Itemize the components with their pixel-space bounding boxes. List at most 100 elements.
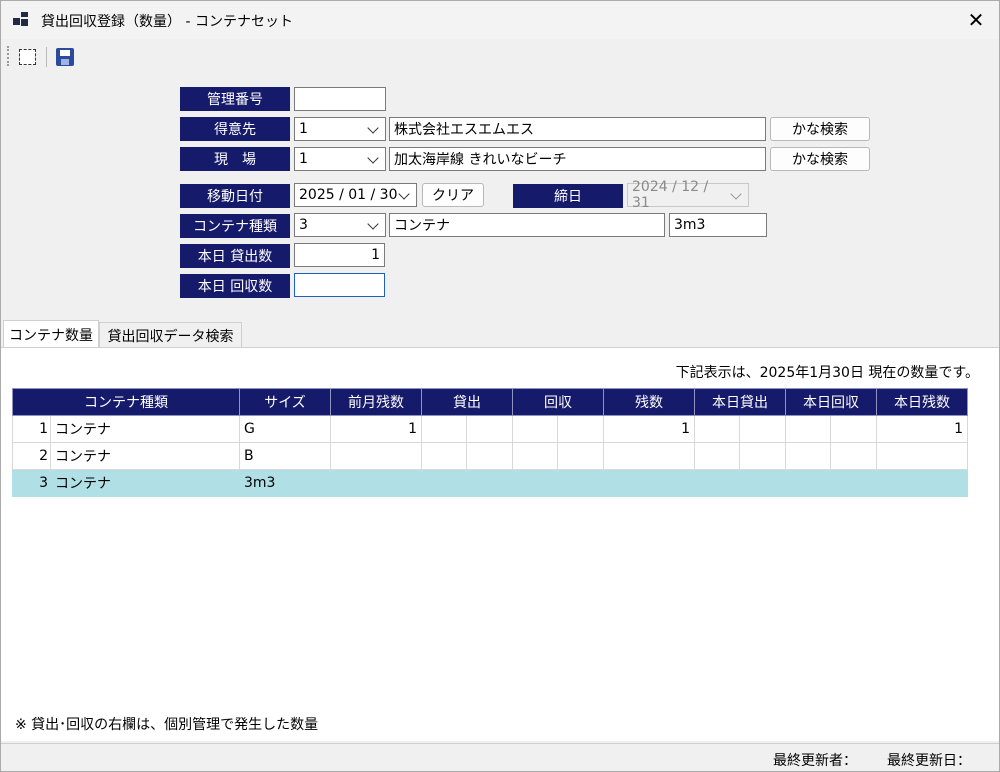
column-header-type[interactable]: コンテナ種類 bbox=[12, 388, 240, 416]
cell-today-collect[interactable] bbox=[785, 469, 831, 497]
site-name-field[interactable]: 加太海岸線 きれいなビーチ bbox=[389, 147, 766, 171]
cell-collect[interactable] bbox=[512, 442, 558, 470]
main-window: 貸出回収登録（数量） - コンテナセット ✕ 管理番号 得意先 1 株式会社エス… bbox=[0, 0, 1000, 772]
column-header-today-collect[interactable]: 本日回収 bbox=[785, 388, 877, 416]
cell-today-collect-individual[interactable] bbox=[830, 469, 877, 497]
cell-type[interactable]: コンテナ bbox=[50, 469, 240, 497]
row-number: 2 bbox=[12, 442, 51, 470]
cell-today-remain[interactable]: 1 bbox=[876, 415, 968, 443]
title-bar: 貸出回収登録（数量） - コンテナセット ✕ bbox=[1, 1, 999, 39]
container-type-name-field[interactable]: コンテナ bbox=[389, 213, 665, 237]
move-date-picker[interactable]: 2025 / 01 / 30 bbox=[294, 183, 417, 207]
column-header-today-remain[interactable]: 本日残数 bbox=[876, 388, 968, 416]
chevron-down-icon bbox=[367, 218, 381, 232]
cell-lend-individual[interactable] bbox=[466, 442, 513, 470]
clear-button[interactable]: クリア bbox=[422, 183, 484, 207]
today-lend-input[interactable]: 1 bbox=[294, 243, 385, 267]
container-type-code: 3 bbox=[299, 217, 308, 233]
chevron-down-icon bbox=[367, 152, 381, 166]
cell-today-lend-individual[interactable] bbox=[739, 442, 786, 470]
customer-code-value: 1 bbox=[299, 121, 308, 137]
customer-label: 得意先 bbox=[180, 117, 290, 141]
cell-size[interactable]: B bbox=[239, 442, 331, 470]
cell-remain[interactable]: 1 bbox=[603, 415, 695, 443]
cell-today-collect[interactable] bbox=[785, 442, 831, 470]
cell-lend[interactable] bbox=[421, 442, 467, 470]
close-button[interactable]: ✕ bbox=[953, 1, 999, 39]
column-header-lend[interactable]: 貸出 bbox=[421, 388, 513, 416]
new-document-icon[interactable] bbox=[19, 49, 36, 65]
customer-kana-search-button[interactable]: かな検索 bbox=[770, 117, 870, 141]
cell-prev-remain[interactable]: 1 bbox=[330, 415, 422, 443]
table-row[interactable]: 1 コンテナ G 1 1 1 bbox=[12, 415, 968, 443]
column-header-today-lend[interactable]: 本日貸出 bbox=[694, 388, 786, 416]
column-header-size[interactable]: サイズ bbox=[239, 388, 331, 416]
today-collect-input[interactable] bbox=[294, 273, 385, 297]
cell-today-lend[interactable] bbox=[694, 469, 740, 497]
window-title: 貸出回収登録（数量） - コンテナセット bbox=[41, 14, 293, 30]
save-floppy-icon[interactable] bbox=[56, 48, 74, 66]
column-header-prev-remain[interactable]: 前月残数 bbox=[330, 388, 422, 416]
site-code-value: 1 bbox=[299, 151, 308, 167]
cell-prev-remain[interactable] bbox=[330, 442, 422, 470]
closing-date-picker: 2024 / 12 / 31 bbox=[627, 179, 749, 211]
site-label: 現 場 bbox=[180, 147, 290, 171]
column-header-collect[interactable]: 回収 bbox=[512, 388, 604, 416]
cell-today-lend-individual[interactable] bbox=[739, 469, 786, 497]
app-icon bbox=[13, 12, 29, 28]
tab-strip: コンテナ数量 貸出回収データ検索 bbox=[1, 320, 999, 348]
cell-today-collect[interactable] bbox=[785, 415, 831, 443]
cell-remain[interactable] bbox=[603, 442, 695, 470]
toolbar-separator bbox=[46, 47, 47, 67]
cell-size[interactable]: 3m3 bbox=[239, 469, 331, 497]
grid-header-row: コンテナ種類 サイズ 前月残数 貸出 回収 残数 本日貸出 本日回収 本日残数 bbox=[12, 388, 968, 416]
cell-collect-individual[interactable] bbox=[557, 415, 604, 443]
mgmt-no-label: 管理番号 bbox=[180, 87, 290, 111]
cell-today-lend-individual[interactable] bbox=[739, 415, 786, 443]
cell-today-lend[interactable] bbox=[694, 415, 740, 443]
container-type-select[interactable]: 3 bbox=[294, 213, 386, 237]
site-code-select[interactable]: 1 bbox=[294, 147, 386, 171]
row-number: 3 bbox=[12, 469, 51, 497]
move-date-value: 2025 / 01 / 30 bbox=[299, 187, 398, 203]
cell-lend[interactable] bbox=[421, 415, 467, 443]
mgmt-no-input[interactable] bbox=[294, 87, 386, 111]
toolbar-grip[interactable] bbox=[7, 46, 10, 66]
chevron-down-icon bbox=[730, 188, 744, 202]
cell-collect-individual[interactable] bbox=[557, 469, 604, 497]
grid-caption: 下記表示は、2025年1月30日 現在の数量です。 bbox=[675, 365, 979, 381]
cell-remain[interactable] bbox=[603, 469, 695, 497]
cell-size[interactable]: G bbox=[239, 415, 331, 443]
cell-type[interactable]: コンテナ bbox=[50, 442, 240, 470]
cell-lend-individual[interactable] bbox=[466, 415, 513, 443]
cell-collect-individual[interactable] bbox=[557, 442, 604, 470]
table-row[interactable]: 2 コンテナ B bbox=[12, 442, 968, 470]
cell-today-remain[interactable] bbox=[876, 442, 968, 470]
tab-lend-collect-search[interactable]: 貸出回収データ検索 bbox=[99, 322, 242, 348]
cell-today-collect-individual[interactable] bbox=[830, 415, 877, 443]
table-row-selected[interactable]: 3 コンテナ 3m3 bbox=[12, 469, 968, 497]
cell-today-lend[interactable] bbox=[694, 442, 740, 470]
cell-collect[interactable] bbox=[512, 415, 558, 443]
move-date-label: 移動日付 bbox=[180, 184, 290, 208]
cell-today-remain[interactable] bbox=[876, 469, 968, 497]
toolbar bbox=[1, 41, 999, 71]
last-updated-by-label: 最終更新者： bbox=[773, 753, 857, 769]
customer-name-field[interactable]: 株式会社エスエムエス bbox=[389, 117, 766, 141]
container-size-field[interactable]: 3m3 bbox=[669, 213, 767, 237]
row-number: 1 bbox=[12, 415, 51, 443]
today-collect-label: 本日 回収数 bbox=[180, 274, 290, 298]
status-bar: 最終更新者： 最終更新日： bbox=[1, 743, 999, 771]
column-header-remain[interactable]: 残数 bbox=[603, 388, 695, 416]
cell-lend[interactable] bbox=[421, 469, 467, 497]
tab-container-quantity[interactable]: コンテナ数量 bbox=[3, 320, 99, 348]
cell-type[interactable]: コンテナ bbox=[50, 415, 240, 443]
cell-lend-individual[interactable] bbox=[466, 469, 513, 497]
closing-date-value: 2024 / 12 / 31 bbox=[632, 179, 709, 211]
cell-prev-remain[interactable] bbox=[330, 469, 422, 497]
container-type-label: コンテナ種類 bbox=[180, 214, 290, 238]
cell-today-collect-individual[interactable] bbox=[830, 442, 877, 470]
customer-code-select[interactable]: 1 bbox=[294, 117, 386, 141]
cell-collect[interactable] bbox=[512, 469, 558, 497]
site-kana-search-button[interactable]: かな検索 bbox=[770, 147, 870, 171]
